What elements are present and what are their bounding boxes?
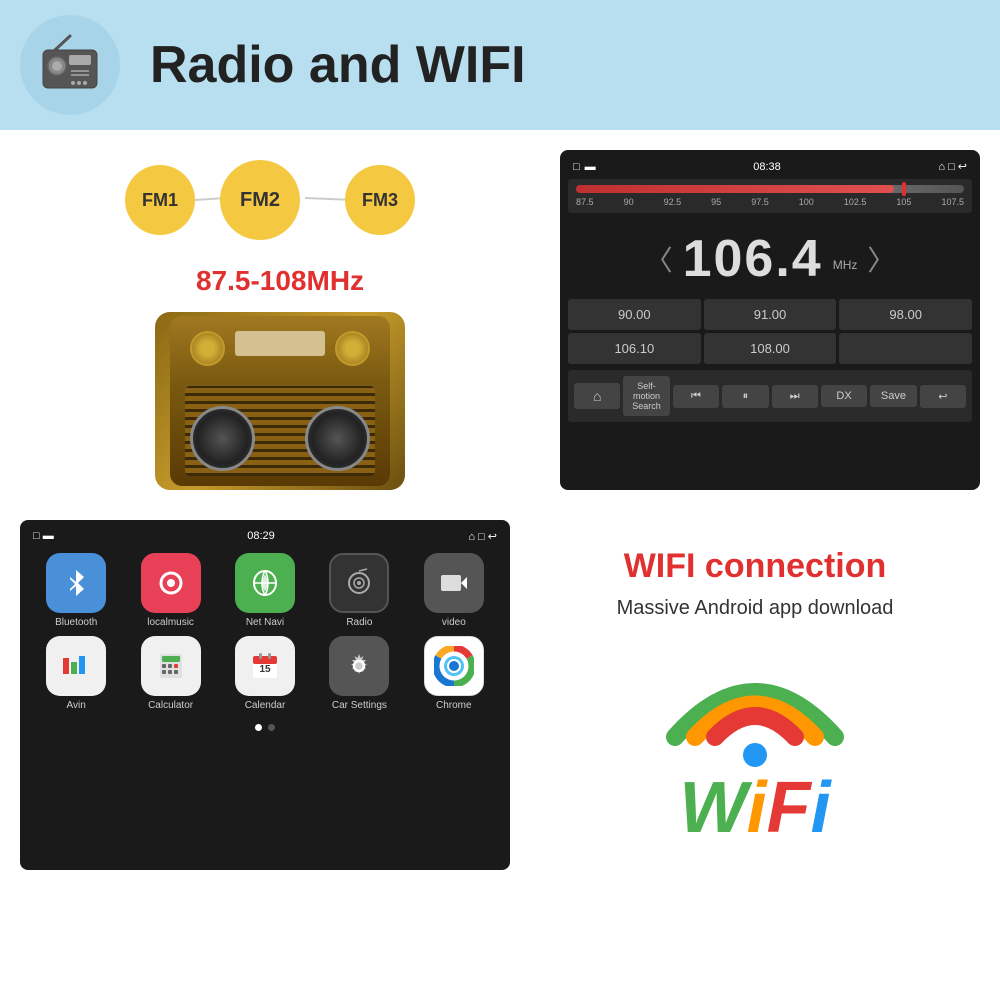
fm1-bubble: FM1: [125, 165, 195, 235]
preset-2[interactable]: 91.00: [704, 299, 837, 330]
calendar-label: Calendar: [245, 700, 286, 711]
ctrl-dx[interactable]: DX: [821, 385, 867, 407]
statusbar-left: □ ▬: [573, 161, 596, 173]
current-frequency: 106.4: [683, 229, 823, 289]
preset-1[interactable]: 90.00: [568, 299, 701, 330]
preset-5[interactable]: 108.00: [704, 333, 837, 364]
radio-display-strip: [235, 331, 325, 356]
android-status-time: 08:29: [247, 530, 275, 543]
dot-1: [255, 724, 262, 731]
ctrl-prev[interactable]: ⏮: [673, 385, 719, 408]
status-time: 08:38: [753, 161, 781, 173]
preset-grid: 90.00 91.00 98.00 106.10 108.00: [568, 299, 972, 364]
preset-empty: [839, 333, 972, 364]
ctrl-selfmotion[interactable]: Self-motionSearch: [623, 376, 669, 416]
fm3-bubble: FM3: [345, 165, 415, 235]
android-status-right: ⌂ □ ↩: [468, 530, 497, 543]
calculator-label: Calculator: [148, 700, 193, 711]
bluetooth-icon: [46, 553, 106, 613]
freq-unit: MHz: [833, 258, 858, 272]
tuner-labels: 87.59092.595 97.5100102.5105107.5: [576, 197, 964, 207]
wifi-logo: WiFi: [655, 637, 855, 844]
header: Radio and WIFI: [0, 0, 1000, 130]
android-screen: □ ▬ 08:29 ⌂ □ ↩ Bluetooth: [20, 520, 510, 870]
avin-label: Avin: [67, 700, 86, 711]
avin-icon: [46, 636, 106, 696]
app-localmusic[interactable]: localmusic: [127, 553, 213, 628]
wifi-arcs-svg: [655, 637, 855, 777]
wifi-subtitle: Massive Android app download: [617, 594, 894, 622]
dot-2: [268, 724, 275, 731]
app-netnavi[interactable]: Net Navi: [222, 553, 308, 628]
ctrl-play[interactable]: ⏸: [722, 385, 768, 408]
radio-app-icon: [329, 553, 389, 613]
svg-text:15: 15: [259, 664, 271, 675]
app-video[interactable]: video: [411, 553, 497, 628]
app-calendar[interactable]: 15 Calendar: [222, 636, 308, 711]
radio-screen: □ ▬ 08:38 ⌂ □ ↩ 87.59092.595 97.5100102.…: [560, 150, 980, 490]
localmusic-label: localmusic: [147, 617, 194, 628]
app-avin[interactable]: Avin: [33, 636, 119, 711]
chrome-label: Chrome: [436, 700, 472, 711]
header-icon-circle: [20, 15, 120, 115]
status-rect: ▬: [585, 161, 596, 173]
android-status-left: □ ▬: [33, 530, 54, 543]
ctrl-save[interactable]: Save: [870, 385, 916, 407]
localmusic-icon: [141, 553, 201, 613]
calendar-icon: 15: [235, 636, 295, 696]
calculator-icon: [141, 636, 201, 696]
bottom-content: □ ▬ 08:29 ⌂ □ ↩ Bluetooth: [0, 510, 1000, 880]
app-calculator[interactable]: Calculator: [127, 636, 213, 711]
vintage-radio-image: [155, 312, 405, 490]
status-square: □: [573, 161, 580, 173]
tuner-bar: 87.59092.595 97.5100102.5105107.5: [568, 179, 972, 213]
freq-arrow-left: 〈: [645, 239, 673, 279]
radio-speaker-right: [305, 406, 370, 471]
statusbar-right: ⌂ □ ↩: [938, 160, 967, 173]
preset-4[interactable]: 106.10: [568, 333, 701, 364]
tuner-track: [576, 185, 964, 193]
video-icon: [424, 553, 484, 613]
fm-frequency-range: 87.5-108MHz: [196, 265, 364, 297]
wifi-title: WIFI connection: [624, 546, 887, 587]
app-car-settings[interactable]: Car Settings: [316, 636, 402, 711]
ctrl-back[interactable]: ↩: [920, 385, 966, 408]
tuner-indicator: [902, 182, 906, 196]
fm2-bubble: FM2: [220, 160, 300, 240]
netnavi-label: Net Navi: [246, 617, 284, 628]
app-grid: Bluetooth localmusic: [28, 548, 502, 716]
frequency-display: 〈 106.4 MHz 〉: [568, 219, 972, 299]
radio-knob-right: [335, 331, 370, 366]
radio-label: Radio: [346, 617, 372, 628]
preset-3[interactable]: 98.00: [839, 299, 972, 330]
radio-knob-left: [190, 331, 225, 366]
video-label: video: [442, 617, 466, 628]
car-settings-icon: [329, 636, 389, 696]
radio-icon: [35, 28, 105, 103]
radio-statusbar: □ ▬ 08:38 ⌂ □ ↩: [568, 158, 972, 175]
screen-controls: ⌂ Self-motionSearch ⏮ ⏸ ⏭ DX Save ↩: [568, 370, 972, 422]
header-title: Radio and WIFI: [150, 35, 526, 95]
app-bluetooth[interactable]: Bluetooth: [33, 553, 119, 628]
page-dots: [28, 716, 502, 739]
netnavi-icon: [235, 553, 295, 613]
radio-body: [170, 316, 390, 486]
fm-section: FM1 FM2 FM3 87.5-108MHz: [20, 150, 540, 490]
app-radio[interactable]: Radio: [316, 553, 402, 628]
wifi-section: WIFI connection Massive Android app down…: [530, 520, 980, 870]
ctrl-next[interactable]: ⏭: [772, 385, 818, 408]
top-content: FM1 FM2 FM3 87.5-108MHz □ ▬ 08:38 ⌂ □ ↩: [0, 130, 1000, 510]
chrome-icon: [424, 636, 484, 696]
tuner-fill: [576, 185, 894, 193]
android-statusbar: □ ▬ 08:29 ⌂ □ ↩: [28, 528, 502, 548]
car-settings-label: Car Settings: [332, 700, 387, 711]
radio-speaker-left: [190, 406, 255, 471]
freq-arrow-right: 〉: [867, 239, 895, 279]
app-chrome[interactable]: Chrome: [411, 636, 497, 711]
ctrl-home[interactable]: ⌂: [574, 383, 620, 409]
bluetooth-label: Bluetooth: [55, 617, 97, 628]
wifi-text: WiFi: [655, 772, 855, 844]
